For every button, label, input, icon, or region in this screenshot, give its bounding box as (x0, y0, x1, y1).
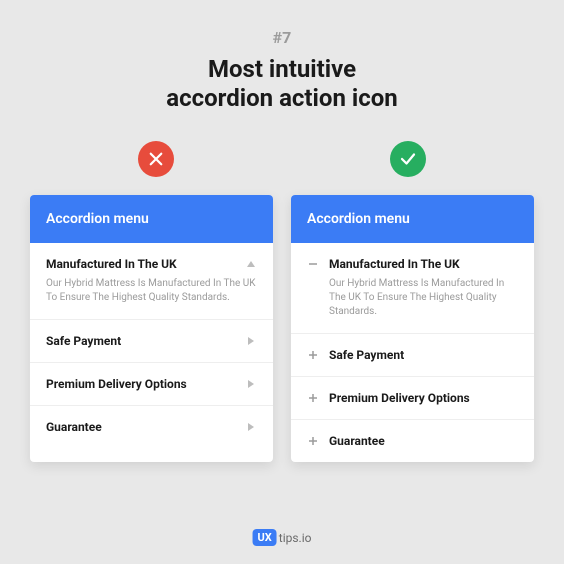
accordion-item-title: Safe Payment (46, 334, 235, 348)
accordion-item-expanded[interactable]: Manufactured In The UK Our Hybrid Mattre… (30, 243, 273, 320)
accordion-item[interactable]: Premium Delivery Options (30, 363, 273, 406)
caret-right-icon (245, 378, 257, 390)
accordion-item-body: Our Hybrid Mattress Is Manufactured In T… (329, 277, 518, 319)
card-good-example: Accordion menu Manufactured In The UK Ou… (291, 195, 534, 462)
accordion-item-title: Safe Payment (329, 348, 518, 362)
accordion-item-title: Guarantee (329, 434, 518, 448)
accordion-item[interactable]: Guarantee (291, 420, 534, 462)
minus-icon (307, 258, 319, 270)
accordion-item[interactable]: Guarantee (30, 406, 273, 448)
caret-right-icon (245, 421, 257, 433)
page-title: Most intuitive accordion action icon (166, 55, 397, 113)
accordion-item-title: Premium Delivery Options (46, 377, 235, 391)
brand-badge: UX (253, 529, 277, 546)
check-icon (390, 141, 426, 177)
accordion-item[interactable]: Premium Delivery Options (291, 377, 534, 420)
brand-text: tips.io (279, 531, 312, 545)
cross-icon (138, 141, 174, 177)
accordion-item[interactable]: Safe Payment (291, 334, 534, 377)
caret-right-icon (245, 335, 257, 347)
accordion-item[interactable]: Safe Payment (30, 320, 273, 363)
accordion-item-body: Our Hybrid Mattress Is Manufactured In T… (46, 277, 257, 305)
plus-icon (307, 435, 319, 447)
accordion-item-title: Manufactured In The UK (329, 257, 518, 271)
title-line-2: accordion action icon (166, 84, 397, 113)
comparison-cards: Accordion menu Manufactured In The UK Ou… (30, 195, 534, 462)
accordion-item-title: Premium Delivery Options (329, 391, 518, 405)
plus-icon (307, 349, 319, 361)
plus-icon (307, 392, 319, 404)
accordion-header: Accordion menu (30, 195, 273, 243)
accordion-item-title: Manufactured In The UK (46, 257, 235, 271)
accordion-item-expanded[interactable]: Manufactured In The UK Our Hybrid Mattre… (291, 243, 534, 334)
accordion-item-title: Guarantee (46, 420, 235, 434)
card-bad-example: Accordion menu Manufactured In The UK Ou… (30, 195, 273, 462)
accordion-header: Accordion menu (291, 195, 534, 243)
title-line-1: Most intuitive (166, 55, 397, 84)
tip-number: #7 (273, 28, 292, 47)
comparison-badges (30, 141, 534, 177)
caret-up-icon (245, 258, 257, 270)
brand-footer: UX tips.io (253, 529, 312, 546)
